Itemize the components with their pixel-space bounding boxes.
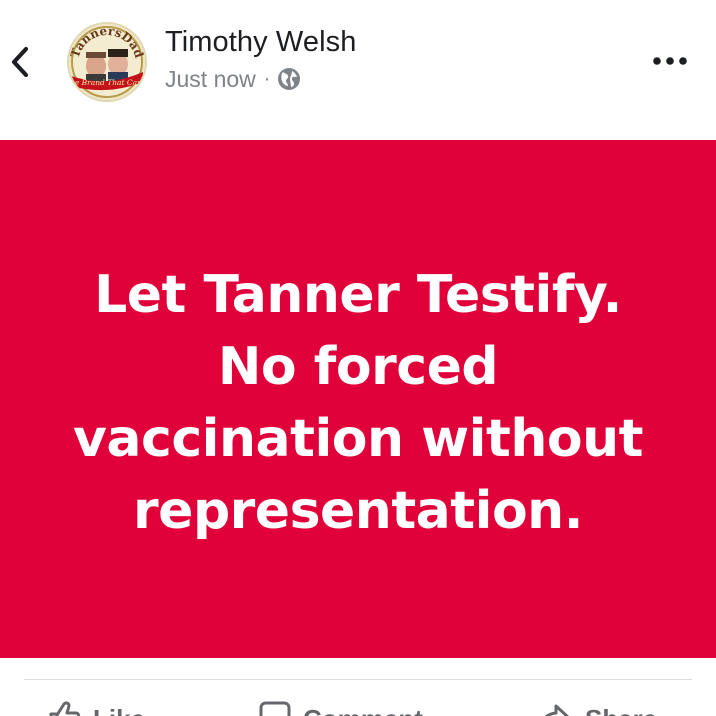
like-button[interactable]: Like — [43, 690, 145, 716]
comment-icon — [255, 696, 293, 716]
post-text-line: vaccination without — [73, 408, 643, 469]
thumbs-up-icon — [43, 696, 83, 716]
post-timestamp[interactable]: Just now — [165, 66, 256, 93]
author-name[interactable]: Timothy Welsh — [165, 26, 356, 59]
action-bar: Like Comment Share — [0, 690, 716, 716]
post-view: The Brand That Cares TannersDad Timothy … — [0, 0, 716, 716]
avatar-logo: The Brand That Cares TannersDad — [69, 24, 145, 100]
post-text-line: No forced — [217, 336, 499, 397]
chevron-left-icon — [11, 46, 29, 78]
share-button[interactable]: Share — [535, 690, 657, 716]
comment-label: Comment — [303, 704, 423, 716]
comment-button[interactable]: Comment — [255, 690, 423, 716]
post-text-line: representation. — [133, 480, 583, 541]
more-horizontal-icon — [653, 57, 687, 65]
action-divider — [24, 679, 692, 680]
like-label: Like — [93, 704, 145, 716]
post-text-card: Let Tanner Testify. No forced vaccinatio… — [0, 140, 716, 658]
post-meta: Just now · — [165, 64, 301, 94]
post-text-line: Let Tanner Testify. — [94, 264, 622, 325]
back-button[interactable] — [2, 40, 38, 84]
more-options-button[interactable] — [648, 46, 692, 76]
post-header: The Brand That Cares TannersDad Timothy … — [0, 0, 716, 140]
avatar[interactable]: The Brand That Cares TannersDad — [67, 22, 147, 102]
avatar-logo-bottom-text: The Brand That Cares — [69, 78, 145, 87]
meta-separator: · — [263, 67, 271, 90]
post-text: Let Tanner Testify. No forced vaccinatio… — [73, 259, 643, 547]
globe-icon[interactable] — [277, 67, 301, 91]
share-label: Share — [585, 704, 657, 716]
share-icon — [535, 696, 575, 716]
